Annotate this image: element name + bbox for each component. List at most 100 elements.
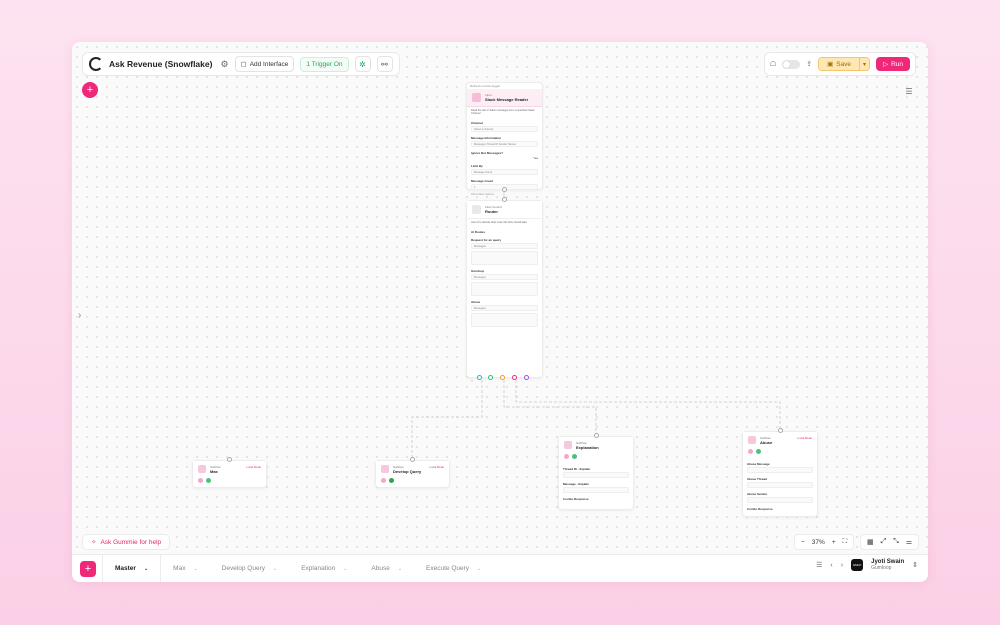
router-port-c[interactable] — [500, 375, 505, 380]
play-icon: ▷ — [883, 61, 889, 68]
tab-label: Execute Query — [426, 565, 470, 572]
chevron-down-icon[interactable]: ⌄ — [398, 566, 402, 572]
add-node-button[interactable]: + — [82, 82, 98, 98]
max-node[interactable]: Subflow Max Local Mode — [192, 457, 267, 488]
abuse-input-port[interactable] — [778, 428, 783, 433]
develop-query-node[interactable]: Subflow Develop Query Local Mode — [375, 457, 450, 488]
chevron-right-icon[interactable]: › — [841, 562, 843, 569]
sheet-dot-icon — [389, 478, 394, 483]
tab-list-icon[interactable]: ☰ — [816, 561, 822, 569]
bottom-right-controls: ☰ ‹ › GMLP Jyoti Swain Gumloop ⇕ — [816, 559, 918, 571]
reader-output-port[interactable] — [502, 187, 507, 192]
explanation-title: Explanation — [576, 445, 599, 450]
router-port-a[interactable] — [477, 375, 482, 380]
abuse-title: Abuse — [760, 440, 773, 445]
user-info[interactable]: Jyoti Swain Gumloop — [871, 559, 904, 571]
slack-reader-description: Read the last X Slack messages from a sp… — [471, 109, 535, 115]
interface-icon: ▢ — [240, 61, 247, 68]
zoom-in-button[interactable]: + — [832, 539, 836, 546]
route-condition-2[interactable] — [471, 282, 538, 296]
route-type-1[interactable]: Messages — [471, 243, 538, 249]
edge-router-develop — [411, 380, 483, 459]
save-dropdown-icon[interactable]: ▾ — [859, 58, 870, 70]
subflow-icon — [198, 465, 206, 473]
add-interface-label: Add Interface — [249, 60, 289, 68]
explanation-header: Subflow Explanation — [559, 437, 633, 454]
ignore-bot-value[interactable]: Yes — [471, 156, 538, 160]
explanation-node[interactable]: Subflow Explanation Thread ID - Explain … — [558, 433, 634, 510]
slack-reader-title: Slack Message Reader — [485, 97, 529, 102]
expand-icon[interactable]: ⤢ — [881, 538, 887, 546]
router-port-d[interactable] — [512, 375, 517, 380]
explanation-input-2[interactable] — [563, 487, 629, 493]
chevron-down-icon[interactable]: ⌄ — [193, 566, 197, 572]
max-input-port[interactable] — [227, 457, 232, 462]
tab-explanation[interactable]: Explanation ⌄ — [289, 555, 359, 583]
tab-execute-query[interactable]: Execute Query ⌄ — [414, 555, 493, 583]
fit-view-icon[interactable]: ⛶ — [843, 538, 848, 546]
ask-gummie-button[interactable]: ✧ Ask Gummie for help — [82, 534, 171, 550]
save-icon: ▣ — [827, 61, 834, 68]
abuse-input-1[interactable] — [747, 467, 813, 473]
explanation-input-port[interactable] — [594, 433, 599, 438]
add-interface-button[interactable]: ▢ Add Interface — [234, 56, 295, 72]
route-type-2[interactable]: Messages — [471, 274, 538, 280]
tab-label: Master — [115, 565, 136, 572]
slack-dot-icon — [572, 454, 577, 459]
chevron-right-icon[interactable]: › — [78, 310, 81, 321]
app-window: Ask Revenue (Snowflake) ⚙ ▢ Add Interfac… — [72, 42, 928, 582]
flow-canvas[interactable]: Ask Revenue (Snowflake) ⚙ ▢ Add Interfac… — [72, 42, 928, 554]
route-type-3[interactable]: Messages — [471, 305, 538, 311]
tab-abuse[interactable]: Abuse ⌄ — [359, 555, 414, 583]
slack-reader-header: Input Slack Message Reader — [467, 89, 542, 107]
slack-reader-node[interactable]: Refresh on flow trigger Input Slack Mess… — [466, 82, 543, 196]
chevron-down-icon[interactable]: ⌄ — [477, 566, 481, 572]
message-info-select[interactable]: Messages Thread ID Sender Names — [471, 141, 538, 147]
explanation-input-1[interactable] — [563, 472, 629, 478]
app-title[interactable]: Ask Revenue (Snowflake) — [109, 59, 212, 69]
chevron-down-icon[interactable]: ⌄ — [144, 566, 148, 572]
tab-max[interactable]: Max ⌄ — [161, 555, 209, 583]
router-port-b[interactable] — [488, 375, 493, 380]
tab-master[interactable]: Master ⌄ — [102, 554, 162, 582]
save-button[interactable]: ▣ Save ▾ — [818, 57, 871, 71]
add-tab-button[interactable]: + — [80, 560, 96, 577]
zoom-out-button[interactable]: − — [801, 539, 805, 546]
avatar[interactable]: GMLP — [851, 559, 864, 571]
max-titles: Subflow Max — [210, 465, 221, 474]
limit-by-select[interactable]: Message Count — [471, 169, 538, 175]
gear-icon[interactable]: ⚙ — [220, 59, 228, 70]
abuse-header: Subflow Abuse Local Mode — [743, 432, 817, 449]
trigger-status-button[interactable]: 1 Trigger On — [300, 56, 349, 72]
chevron-left-icon[interactable]: ‹ — [830, 562, 832, 569]
run-button[interactable]: ▷ Run — [876, 57, 910, 71]
save-label: Save — [836, 60, 852, 68]
mode-toggle[interactable] — [782, 59, 801, 69]
router-node[interactable]: Flow Control Router Use AI to decide wha… — [466, 197, 543, 380]
route-condition-3[interactable] — [471, 313, 538, 327]
bot-icon[interactable]: ☖ — [770, 60, 776, 68]
router-input-port[interactable] — [502, 197, 507, 202]
abuse-input-3[interactable] — [747, 497, 813, 503]
ignore-bot-label: Ignore Bot Messages? — [471, 151, 504, 155]
abuse-node[interactable]: Subflow Abuse Local Mode Abuse Message A… — [742, 428, 818, 517]
develop-input-port[interactable] — [410, 457, 415, 462]
collapse-icon[interactable]: ⤡ — [893, 538, 899, 546]
channel-select[interactable]: Select a channel — [471, 126, 538, 132]
webhook-icon[interactable]: ⚯ — [376, 56, 393, 72]
settings-icon[interactable]: ✲ — [354, 56, 371, 72]
grid-icon[interactable]: ▦ — [867, 538, 874, 546]
top-right-toolbar: ☖ ⇪ ▣ Save ▾ ▷ Run — [763, 52, 916, 76]
chevron-updown-icon[interactable]: ⇕ — [912, 561, 918, 569]
tab-develop-query[interactable]: Develop Query ⌄ — [210, 555, 290, 583]
limit-by-label: Limit By — [471, 164, 483, 168]
list-icon[interactable]: ☰ — [902, 84, 916, 98]
chevron-down-icon[interactable]: ⌄ — [273, 566, 277, 572]
share-icon[interactable]: ⇪ — [806, 60, 812, 68]
abuse-input-2[interactable] — [747, 482, 813, 488]
router-port-e[interactable] — [524, 375, 529, 380]
explanation-titles: Subflow Explanation — [576, 441, 599, 450]
route-condition-1[interactable] — [471, 251, 538, 265]
chevron-down-icon[interactable]: ⌄ — [343, 566, 347, 572]
sliders-icon[interactable]: ⚌ — [906, 538, 912, 546]
